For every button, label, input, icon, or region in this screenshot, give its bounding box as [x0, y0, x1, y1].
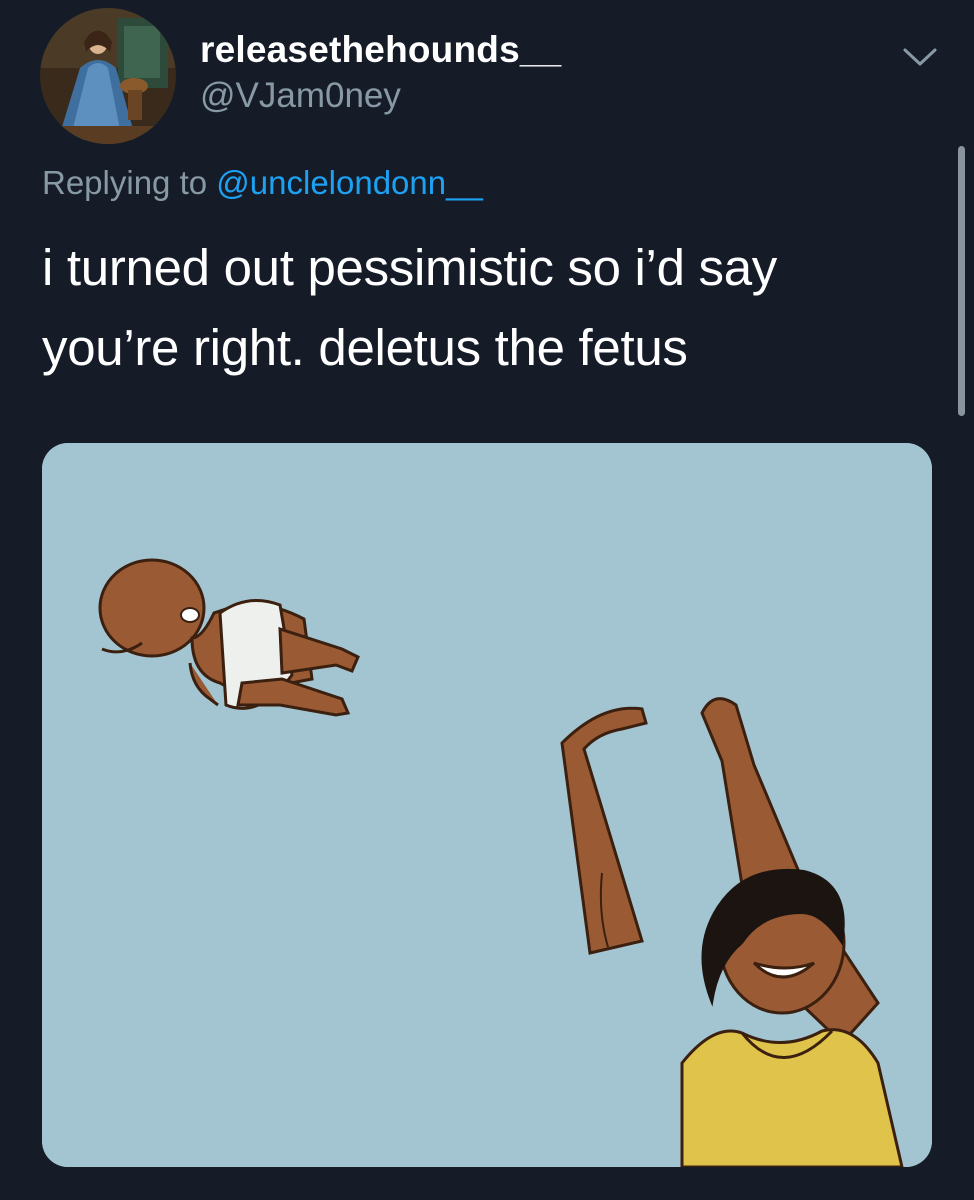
replying-to: Replying to @unclelondonn__: [42, 163, 483, 203]
avatar-painting-icon: [40, 8, 176, 144]
scrollbar[interactable]: [958, 146, 965, 416]
tweet-media-image[interactable]: [42, 443, 932, 1167]
author-names: releasethehounds__ @VJam0ney: [200, 28, 561, 118]
replying-to-label: Replying to: [42, 164, 208, 201]
baby-toss-meme-image: [42, 443, 932, 1167]
tweet: releasethehounds__ @VJam0ney Replying to…: [0, 0, 974, 1200]
reply-mention-link[interactable]: @unclelondonn__: [216, 164, 483, 201]
tweet-text-line: i turned out pessimistic so i’d say: [42, 239, 777, 296]
tweet-menu-button[interactable]: [902, 46, 938, 68]
tweet-text-line: you’re right. deletus the fetus: [42, 319, 688, 376]
author-handle[interactable]: @VJam0ney: [200, 74, 561, 118]
author-display-name[interactable]: releasethehounds__: [200, 28, 561, 72]
chevron-down-icon: [903, 48, 937, 66]
tweet-text: i turned out pessimistic so i’d say you’…: [42, 228, 922, 388]
avatar[interactable]: [40, 8, 176, 144]
